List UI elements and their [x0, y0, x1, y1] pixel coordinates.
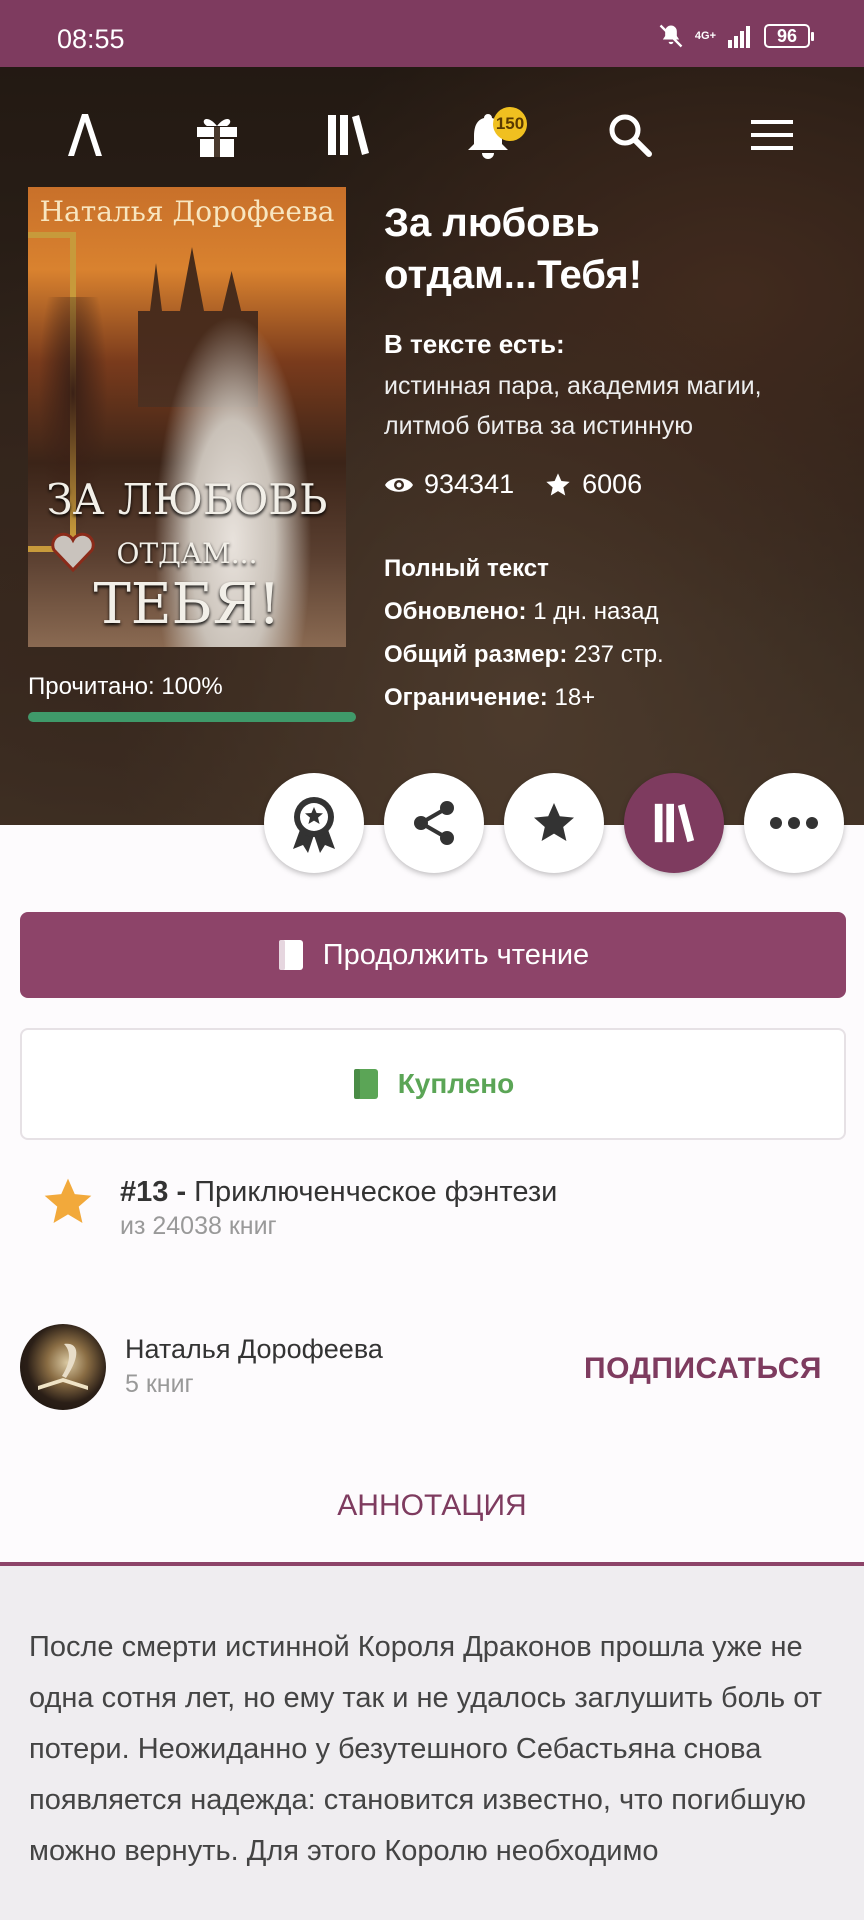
read-progress-label: Прочитано: 100% [28, 673, 223, 700]
signal-icon [728, 26, 750, 48]
top-navigation: 150 [0, 105, 864, 165]
bell-icon[interactable]: 150 [458, 105, 527, 165]
library-icon [654, 803, 695, 843]
book-restriction: Ограничение: 18+ [384, 684, 596, 711]
status-time: 08:55 [57, 24, 125, 54]
book-cover[interactable]: Наталья Дорофеева ЗА ЛЮБОВЬ ОТДАМ... ТЕБ… [28, 187, 346, 647]
share-icon [414, 801, 454, 845]
rank-star-icon [44, 1178, 92, 1223]
tags-label: В тексте есть: [384, 329, 565, 359]
cover-title-line1: ЗА ЛЮБОВЬ [46, 475, 328, 524]
library-icon[interactable] [318, 105, 378, 165]
library-button[interactable] [624, 773, 724, 873]
read-progress-bar [28, 712, 356, 722]
search-icon[interactable] [600, 105, 660, 165]
rank-category: Приключенческое фэнтези [194, 1176, 558, 1208]
quill-book-icon [38, 1343, 88, 1390]
tab-annotation[interactable]: АННОТАЦИЯ [0, 1470, 864, 1566]
status-icons: 4G+ 96 [657, 22, 814, 50]
battery-icon: 96 [764, 24, 814, 48]
star-icon [546, 472, 570, 495]
likes-count: 6006 [582, 469, 643, 499]
action-buttons [0, 773, 864, 873]
more-icon [770, 817, 818, 829]
network-type: 4G+ [694, 29, 716, 42]
cover-author: Наталья Дорофеева [39, 195, 335, 228]
read-progress-fill [28, 712, 356, 722]
views-stat: 934341 [384, 469, 514, 500]
notification-badge: 150 [493, 107, 527, 141]
menu-icon[interactable] [742, 105, 802, 165]
book-tags[interactable]: истинная пара, академия магии, литмоб би… [384, 366, 844, 446]
likes-stat: 6006 [544, 469, 642, 500]
book-title: За любовь отдам...Тебя! [384, 201, 643, 297]
book-updated: Обновлено: 1 дн. назад [384, 598, 659, 625]
book-meta: Полный текст Обновлено: 1 дн. назад Общи… [384, 547, 664, 719]
views-count: 934341 [424, 469, 515, 499]
book-icon [278, 940, 303, 970]
share-button[interactable] [384, 773, 484, 873]
rate-button[interactable] [504, 773, 604, 873]
star-icon [534, 803, 574, 841]
bought-label: Куплено [397, 1068, 515, 1099]
author-row: Наталья Дорофеева 5 книг ПОДПИСАТЬСЯ [20, 1324, 846, 1414]
continue-reading-label: Продолжить чтение [322, 938, 590, 971]
cover-heart-icon [51, 532, 95, 572]
bought-button[interactable]: Куплено [20, 1028, 846, 1140]
book-stats: 934341 6006 [384, 469, 672, 500]
award-button[interactable] [264, 773, 364, 873]
author-avatar[interactable] [20, 1324, 106, 1410]
gift-icon[interactable] [187, 105, 247, 165]
annotation-text: После смерти истинной Короля Драконов пр… [29, 1631, 822, 1867]
award-icon [293, 797, 335, 853]
more-button[interactable] [744, 773, 844, 873]
book-size: Общий размер: 237 стр. [384, 641, 664, 668]
subscribe-button[interactable]: ПОДПИСАТЬСЯ [584, 1352, 822, 1386]
book-status: Полный текст [384, 555, 549, 582]
genre-rank[interactable]: #13 - Приключенческое фэнтези из 24038 к… [40, 1174, 820, 1244]
rank-line: #13 - Приключенческое фэнтези [120, 1176, 557, 1209]
rank-number: #13 - [120, 1176, 187, 1208]
cover-title-line3: ТЕБЯ! [93, 572, 281, 637]
author-books-count: 5 книг [125, 1370, 194, 1398]
rank-total: из 24038 книг [120, 1212, 277, 1240]
logo-icon[interactable] [55, 105, 115, 165]
book-icon [353, 1069, 378, 1099]
status-bar: 08:55 4G+ 96 [0, 0, 864, 67]
eye-icon [385, 477, 413, 492]
continue-reading-button[interactable]: Продолжить чтение [20, 912, 846, 998]
book-info: За любовь отдам...Тебя! В тексте есть: и… [384, 197, 844, 446]
author-name[interactable]: Наталья Дорофеева [125, 1334, 383, 1365]
mute-bell-icon [659, 24, 683, 48]
book-header: 150 Наталья Дорофеева ЗА ЛЮБОВЬ ОТДАМ...… [0, 67, 864, 825]
